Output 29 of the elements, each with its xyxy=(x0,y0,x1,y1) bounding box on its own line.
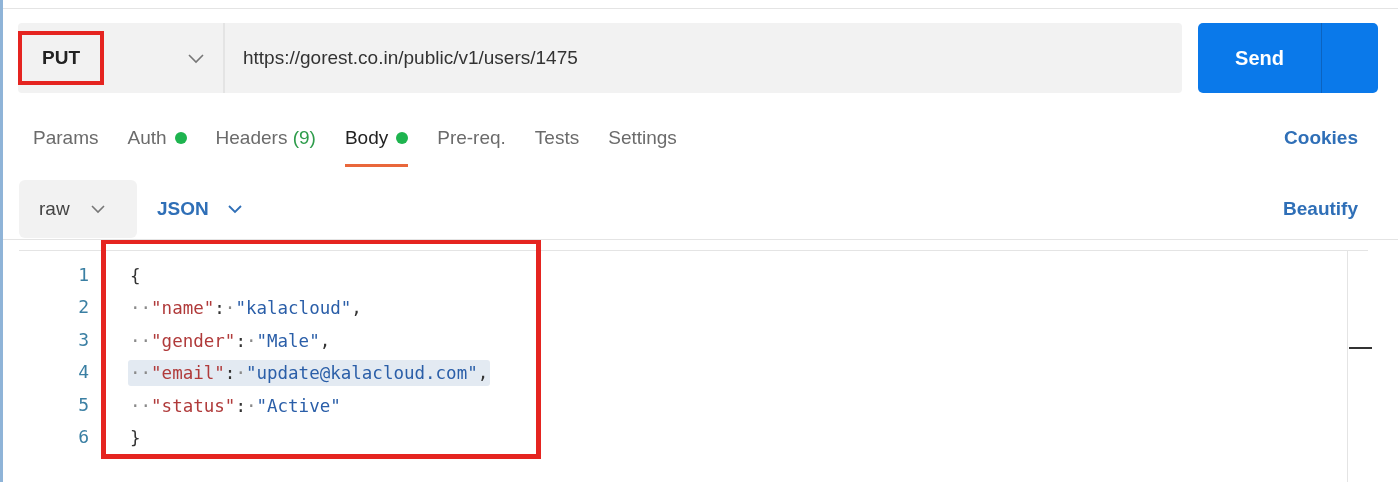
chevron-down-icon xyxy=(89,204,106,214)
chevron-down-icon xyxy=(187,52,205,64)
tab[interactable]: Pre-req. xyxy=(437,109,506,167)
code-line: { xyxy=(129,265,142,288)
code-line: } xyxy=(129,426,142,450)
url-field[interactable]: https://gorest.co.in/public/v1/users/1475 xyxy=(225,23,1182,93)
code-line: ··"gender":·"Male", xyxy=(129,329,332,353)
tab[interactable]: Tests xyxy=(534,109,580,167)
body-mode-dropdown[interactable]: raw xyxy=(19,180,137,238)
code-line: ··"name":·"kalacloud", xyxy=(129,297,363,321)
method-dropdown[interactable]: PUT xyxy=(18,23,225,93)
cookies-link[interactable]: Cookies xyxy=(1284,127,1358,149)
method-label: PUT xyxy=(18,31,104,85)
send-button[interactable]: Send xyxy=(1198,23,1378,93)
tab[interactable]: Params xyxy=(33,109,99,167)
tab[interactable]: Settings xyxy=(608,109,677,167)
beautify-link[interactable]: Beautify xyxy=(1283,198,1358,220)
tab[interactable]: Headers (9) xyxy=(215,109,316,167)
format-dropdown[interactable]: JSON xyxy=(157,198,243,220)
tab[interactable]: Body xyxy=(344,109,409,167)
line-number: 5 xyxy=(77,392,89,417)
line-number: 4 xyxy=(77,360,89,385)
line-number: 3 xyxy=(77,327,89,352)
line-number: 2 xyxy=(77,295,89,320)
line-number: 6 xyxy=(77,424,89,449)
chevron-down-icon xyxy=(226,204,243,214)
line-number: 1 xyxy=(77,263,89,287)
tab[interactable]: Auth xyxy=(127,109,187,167)
code-line: ··"status":·"Active" xyxy=(129,394,342,418)
